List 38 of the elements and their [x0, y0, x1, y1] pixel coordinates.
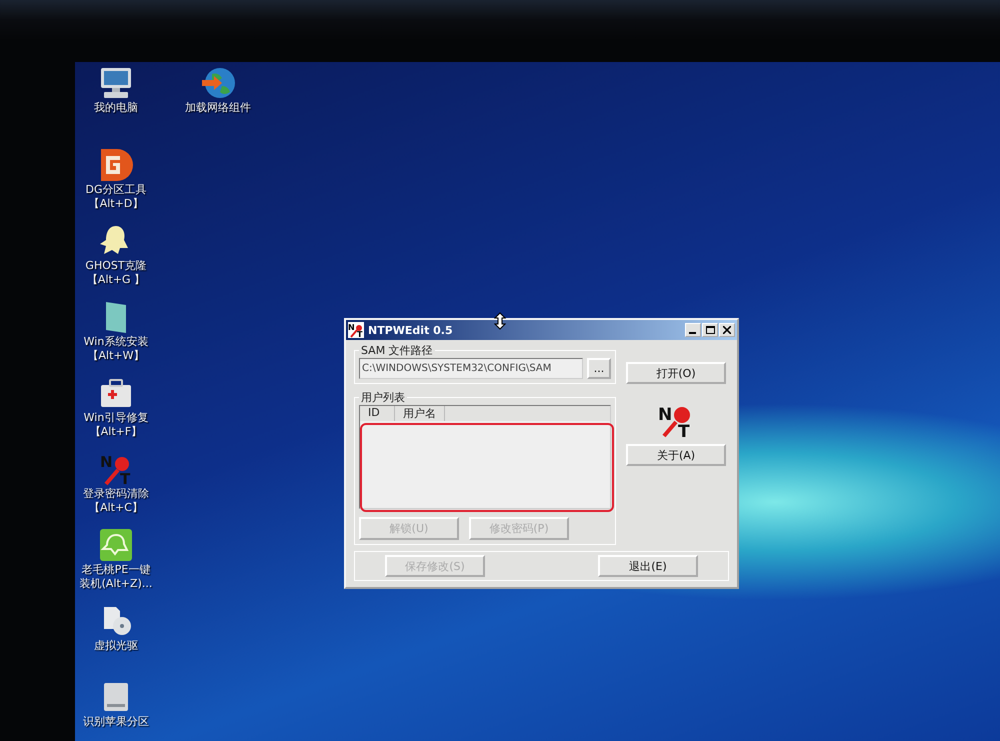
icon-label[interactable]: Win引导修复 — [84, 411, 148, 424]
browse-button[interactable]: ... — [587, 358, 611, 379]
key-logo-icon: N T — [348, 322, 364, 338]
group-label: SAM 文件路径 — [360, 343, 434, 358]
maximize-icon — [706, 326, 714, 334]
column-header[interactable]: ID — [360, 406, 395, 421]
icon-label[interactable]: 【Alt+C】 — [89, 501, 143, 514]
minimize-button[interactable] — [685, 323, 701, 337]
ghost-app-icon — [98, 528, 134, 562]
close-button[interactable] — [719, 323, 735, 337]
exit-button[interactable]: 退出(E) — [598, 555, 698, 577]
icon-label[interactable]: 虚拟光驱 — [94, 639, 138, 652]
maximize-button[interactable] — [702, 323, 718, 337]
icon-label[interactable]: GHOST克隆 — [85, 259, 147, 272]
about-button[interactable]: 关于(A) — [626, 444, 726, 466]
icon-label[interactable]: 【Alt+D】 — [88, 197, 144, 210]
icon-label[interactable]: DG分区工具 — [86, 183, 146, 196]
icon-label[interactable]: 【Alt+G 】 — [86, 273, 146, 286]
icon-label[interactable]: 【Alt+W】 — [88, 349, 144, 362]
column-header[interactable]: 用户名 — [395, 406, 445, 421]
partition-tool-icon — [98, 148, 134, 182]
window-title: NTPWEdit 0.5 — [368, 324, 453, 336]
icon-label[interactable]: 装机(Alt+Z)... — [80, 577, 152, 590]
icon-label[interactable]: 【Alt+F】 — [90, 425, 142, 438]
close-icon — [723, 326, 731, 334]
user-list[interactable]: ID 用户名 — [359, 405, 611, 509]
open-button[interactable]: 打开(O) — [626, 362, 726, 384]
globe-icon — [200, 66, 236, 100]
first-aid-kit-icon — [98, 376, 134, 410]
computer-icon — [98, 66, 134, 100]
group-label: 用户列表 — [360, 390, 406, 405]
icon-label[interactable]: 登录密码清除 — [83, 487, 149, 500]
icon-label[interactable]: 我的电脑 — [94, 101, 138, 114]
icon-label[interactable]: 识别苹果分区 — [83, 715, 149, 728]
icon-label[interactable]: 加载网络组件 — [185, 101, 251, 114]
icon-label[interactable]: Win系统安装 — [84, 335, 148, 348]
icon-label[interactable]: 老毛桃PE一键 — [82, 563, 150, 576]
path-field[interactable]: C:\WINDOWS\SYSTEM32\CONFIG\SAM — [359, 358, 583, 379]
